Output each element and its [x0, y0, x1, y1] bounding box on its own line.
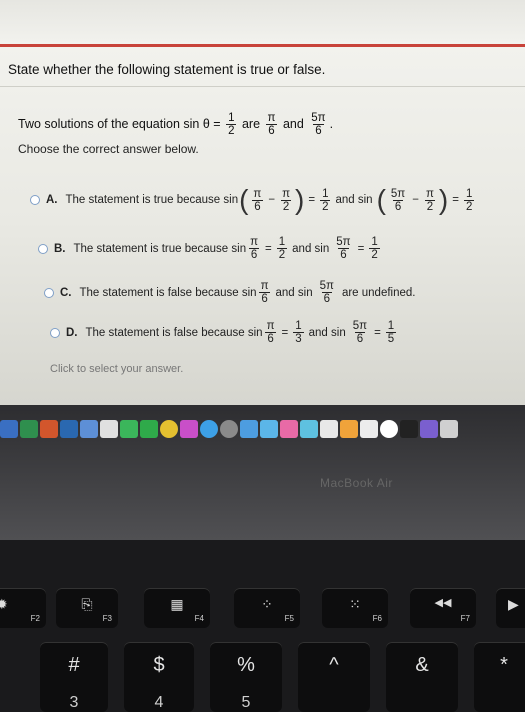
radio-button-c[interactable]: [44, 287, 54, 298]
fraction: 5π 6: [336, 236, 351, 261]
left-paren: (: [239, 184, 249, 215]
fraction: 5π 6: [390, 187, 406, 213]
radio-button-b[interactable]: [38, 243, 48, 254]
f5-key[interactable]: ⁘ F5: [234, 588, 300, 628]
question-prefix: Two solutions of the equation sin θ =: [18, 116, 221, 131]
key-6[interactable]: ^: [298, 642, 370, 712]
launchpad-icon: ▦: [170, 596, 184, 612]
terminal-app-icon[interactable]: [400, 420, 418, 438]
fraction: 12: [369, 236, 380, 261]
question-statement: Two solutions of the equation sin θ = 12…: [18, 112, 334, 137]
chrome-app-icon[interactable]: [160, 420, 178, 438]
fraction: 12: [320, 187, 331, 213]
key-8[interactable]: *: [474, 642, 525, 712]
fraction: π2: [424, 187, 436, 213]
trash-icon[interactable]: [440, 420, 458, 438]
pink-app-icon[interactable]: [280, 420, 298, 438]
settings-app-icon[interactable]: [220, 420, 238, 438]
f3-key[interactable]: ⎘ F3: [56, 588, 118, 628]
rewind-icon: ◀◀: [434, 597, 452, 609]
key-7[interactable]: &: [386, 642, 458, 712]
keyboard-dim-icon: ⁘: [261, 596, 273, 612]
facetime-app-icon[interactable]: [140, 420, 158, 438]
key-3[interactable]: # 3: [40, 642, 108, 712]
option-c[interactable]: C. The statement is false because sin π6…: [44, 280, 416, 305]
option-d[interactable]: D. The statement is false because sin π6…: [50, 320, 398, 345]
radio-button-a[interactable]: [30, 195, 40, 205]
star-app-icon[interactable]: [420, 420, 438, 438]
fraction: 12: [276, 236, 288, 261]
fraction: π6: [266, 112, 277, 137]
browser-top-bar: [0, 0, 525, 45]
messages-app-icon[interactable]: [120, 420, 138, 438]
key-4[interactable]: $ 4: [124, 642, 194, 712]
outlook-app-icon[interactable]: [60, 420, 78, 438]
fraction: π2: [280, 187, 292, 213]
key-5[interactable]: % 5: [210, 642, 282, 712]
word-are: are: [241, 116, 261, 131]
word-app-icon[interactable]: [0, 420, 18, 438]
option-a[interactable]: A. The statement is true because sin ( π…: [30, 186, 476, 214]
f8-key[interactable]: ▶: [496, 588, 525, 628]
keyboard-bright-icon: ⁙: [349, 596, 361, 612]
divider: [0, 86, 525, 87]
browser-screen: State whether the following statement is…: [0, 0, 525, 405]
excel-app-icon[interactable]: [20, 420, 38, 438]
fraction: 5π 6: [319, 280, 334, 305]
fraction: 13: [293, 320, 304, 345]
mission-control-icon: ⎘: [81, 596, 93, 612]
fraction: 15: [385, 320, 397, 345]
c-app-icon[interactable]: [300, 420, 318, 438]
photos-app-icon[interactable]: [80, 420, 98, 438]
keyboard-deck: ✹ F2 ⎘ F3 ▦ F4 ⁘ F5 ⁙ F6 ◀◀ F7 ▶ # 3 $ 4…: [0, 540, 525, 712]
itunes-app-icon[interactable]: [180, 420, 198, 438]
f6-key[interactable]: ⁙ F6: [322, 588, 388, 628]
header-accent-line: [0, 44, 525, 47]
app-store-icon[interactable]: [260, 420, 278, 438]
fraction: 5π 6: [352, 320, 368, 345]
fraction: π6: [252, 187, 263, 213]
bluetooth-app-icon[interactable]: [360, 420, 378, 438]
instruction: Choose the correct answer below.: [18, 142, 199, 156]
option-b[interactable]: B. The statement is true because sin π6 …: [38, 236, 382, 261]
fraction: π6: [248, 236, 260, 261]
fraction: 12: [226, 112, 237, 137]
left-paren: (: [376, 184, 386, 215]
laptop-brand-label: MacBook Air: [320, 476, 393, 490]
help-icon[interactable]: [380, 420, 398, 438]
select-hint: Click to select your answer.: [50, 363, 184, 375]
l-app-icon[interactable]: [320, 420, 338, 438]
word-and: and: [282, 116, 304, 131]
fraction: π6: [265, 320, 276, 345]
taskbar-dock: [0, 416, 525, 442]
f-app-icon[interactable]: [340, 420, 358, 438]
fraction: 5π 6: [311, 112, 326, 137]
safari-app-icon[interactable]: [200, 420, 218, 438]
powerpoint-app-icon[interactable]: [40, 420, 58, 438]
right-paren: ): [438, 184, 449, 215]
camera-app-icon[interactable]: [240, 420, 258, 438]
f2-key[interactable]: ✹ F2: [0, 588, 46, 628]
brightness-up-icon: ✹: [0, 596, 8, 612]
play-pause-icon: ▶: [508, 596, 519, 612]
right-paren: ): [295, 184, 305, 215]
fraction: 12: [463, 187, 475, 213]
fraction: π6: [259, 280, 270, 305]
f7-key[interactable]: ◀◀ F7: [410, 588, 476, 628]
radio-button-d[interactable]: [50, 327, 60, 338]
question-title: State whether the following statement is…: [8, 62, 326, 77]
calendar-app-icon[interactable]: [100, 420, 118, 438]
f4-key[interactable]: ▦ F4: [144, 588, 210, 628]
